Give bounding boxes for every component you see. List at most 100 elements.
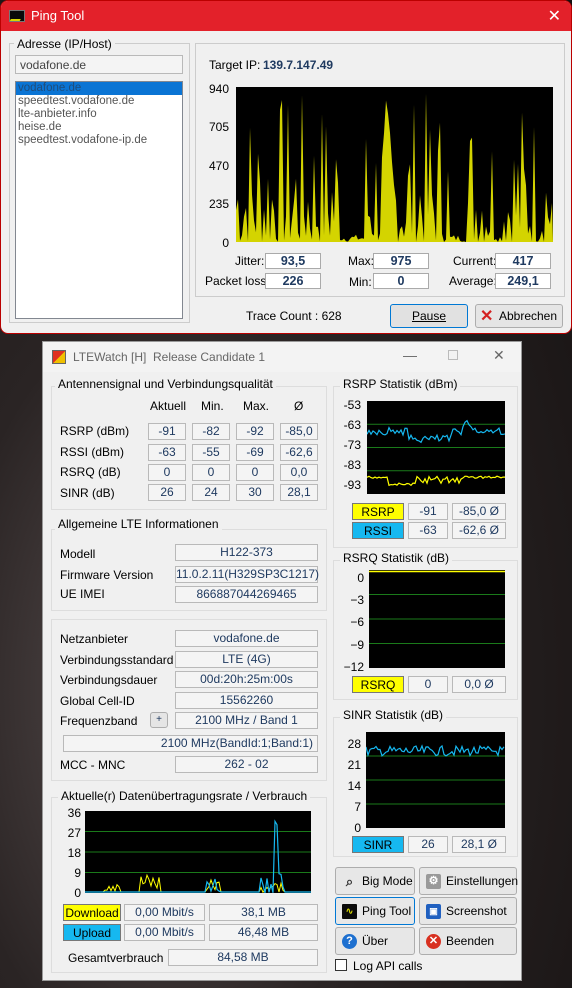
sinr-avg: 28,1 bbox=[280, 484, 318, 501]
rsrq-avg: 0,0 bbox=[280, 464, 318, 481]
host-list-item[interactable]: speedtest.vodafone.de bbox=[16, 95, 182, 108]
rsrp-current: -91 bbox=[148, 423, 186, 440]
provider-value: vodafone.de bbox=[175, 630, 318, 647]
log-api-checkbox[interactable] bbox=[335, 959, 347, 971]
ping-title-bar: Ping Tool ✕ bbox=[1, 1, 571, 31]
host-list-item[interactable]: lte-anbieter.info bbox=[16, 108, 182, 121]
firmware-value: 11.0.2.11(H329SP3C1217) bbox=[175, 566, 319, 583]
rsrp-y-tick: -73 bbox=[343, 438, 361, 452]
big-mode-button[interactable]: ⌕ Big Mode bbox=[335, 867, 415, 895]
total-value: 84,58 MB bbox=[168, 949, 318, 966]
sinr-graph bbox=[366, 732, 505, 828]
lte-title-bar: LTEWatch [H] Release Candidate 1 — ✕ bbox=[43, 342, 521, 372]
screenshot-button[interactable]: ▣ Screenshot bbox=[419, 897, 517, 925]
rate-y-axis: 36 27 18 9 0 bbox=[53, 806, 83, 900]
quit-button[interactable]: ✕ Beenden bbox=[419, 927, 517, 955]
rsrp-series bbox=[367, 475, 505, 487]
standard-label: Verbindungsstandard bbox=[60, 653, 174, 667]
close-icon[interactable]: ✕ bbox=[548, 6, 561, 26]
rsrq-max: 0 bbox=[236, 464, 274, 481]
ping-window-title: Ping Tool bbox=[31, 8, 85, 23]
row-label: RSSI (dBm) bbox=[60, 445, 125, 459]
ping-tool-button[interactable]: ∿ Ping Tool bbox=[335, 897, 415, 925]
rsrp-max: -92 bbox=[236, 423, 274, 440]
average-value: 249,1 bbox=[495, 273, 551, 289]
col-header: Ø bbox=[294, 399, 304, 413]
upload-rate: 0,00 Mbit/s bbox=[124, 924, 205, 941]
lte-window-subtitle: Release Candidate 1 bbox=[153, 350, 266, 364]
cancel-button[interactable]: ✕ Abbrechen bbox=[475, 304, 563, 328]
upload-series bbox=[85, 819, 311, 893]
upload-total: 46,48 MB bbox=[209, 924, 318, 941]
info-group-label: Allgemeine LTE Informationen bbox=[55, 517, 222, 531]
cancel-button-label: Abbrechen bbox=[498, 309, 558, 323]
rate-y-tick: 0 bbox=[74, 886, 81, 900]
rssi-tag: RSSI bbox=[352, 522, 404, 539]
rsrq-tag: RSRQ bbox=[352, 676, 404, 693]
settings-button[interactable]: ⚙ Einstellungen bbox=[419, 867, 518, 895]
sinr-current-stat: 26 bbox=[408, 836, 448, 853]
max-label: Max: bbox=[348, 254, 375, 268]
model-label: Modell bbox=[60, 547, 96, 561]
ping-graph bbox=[236, 87, 553, 242]
rsrp-avg: -85,0 bbox=[280, 423, 318, 440]
settings-icon: ⚙ bbox=[426, 874, 441, 889]
rssi-max: -69 bbox=[236, 444, 274, 461]
rate-y-tick: 36 bbox=[67, 806, 81, 820]
sinr-series bbox=[366, 744, 505, 758]
rsrq-min: 0 bbox=[192, 464, 230, 481]
sinr-y-tick: 21 bbox=[347, 758, 361, 772]
host-list-item[interactable]: heise.de bbox=[16, 121, 182, 134]
jitter-label: Jitter: bbox=[235, 254, 265, 268]
rsrp-y-axis: -53 -63 -73 -83 -93 bbox=[333, 398, 363, 498]
imei-label: UE IMEI bbox=[60, 587, 105, 601]
download-total: 38,1 MB bbox=[209, 904, 318, 921]
band-detail-value: 2100 MHz(BandId:1;Band:1) bbox=[63, 735, 318, 752]
rate-group-label: Aktuelle(r) Datenübertragungsrate / Verb… bbox=[58, 789, 311, 803]
address-group-label: Adresse (IP/Host) bbox=[14, 37, 115, 51]
rsrq-current: 0 bbox=[148, 464, 186, 481]
band-expand-button[interactable]: + bbox=[150, 712, 168, 728]
band-label: Frequenzband bbox=[60, 714, 138, 728]
ping-icon: ∿ bbox=[342, 904, 357, 919]
ping-y-tick: 470 bbox=[208, 159, 229, 173]
min-label: Min: bbox=[349, 275, 372, 289]
row-label: RSRQ (dB) bbox=[60, 465, 121, 479]
rssi-current-stat: -63 bbox=[408, 522, 448, 539]
address-input[interactable]: vodafone.de bbox=[15, 55, 183, 74]
sinr-tag: SINR bbox=[352, 836, 404, 853]
total-label: Gesamtverbrauch bbox=[68, 951, 164, 965]
about-button[interactable]: ? Über bbox=[335, 927, 415, 955]
minimize-icon[interactable]: — bbox=[403, 347, 417, 363]
download-rate: 0,00 Mbit/s bbox=[124, 904, 205, 921]
rate-graph bbox=[85, 811, 311, 893]
rsrq-graph bbox=[369, 570, 505, 668]
rsrp-current-stat: -91 bbox=[408, 503, 448, 520]
magnifier-icon: ⌕ bbox=[345, 874, 354, 889]
rsrp-graph bbox=[367, 401, 505, 494]
rsrq-y-axis: 0 −3 −6 −9 −12 bbox=[333, 571, 366, 674]
row-label: SINR (dB) bbox=[60, 486, 115, 500]
sinr-y-tick: 7 bbox=[354, 800, 361, 814]
rsrp-y-tick: -83 bbox=[343, 458, 361, 472]
big-mode-label: Big Mode bbox=[362, 874, 413, 888]
host-list-item[interactable]: speedtest.vodafone-ip.de bbox=[16, 134, 182, 147]
current-value: 417 bbox=[495, 253, 551, 269]
duration-label: Verbindungsdauer bbox=[60, 673, 158, 687]
pause-button[interactable]: Pause bbox=[390, 304, 468, 328]
ping-y-axis: 940 705 470 235 0 bbox=[201, 82, 231, 250]
rsrq-y-tick: 0 bbox=[357, 571, 364, 585]
packet-loss-label: Packet loss: bbox=[205, 274, 270, 288]
sinr-stat-label: SINR Statistik (dB) bbox=[340, 708, 447, 722]
packet-loss-value: 226 bbox=[265, 273, 321, 289]
host-list-item[interactable]: vodafone.de bbox=[16, 82, 182, 95]
max-value: 975 bbox=[373, 253, 429, 269]
maximize-icon[interactable] bbox=[448, 350, 458, 360]
model-value: H122-373 bbox=[175, 544, 318, 561]
mcc-label: MCC - MNC bbox=[60, 758, 126, 772]
rsrp-y-tick: -93 bbox=[343, 478, 361, 492]
host-list[interactable]: vodafone.de speedtest.vodafone.de lte-an… bbox=[15, 81, 183, 319]
col-header: Min. bbox=[201, 399, 224, 413]
cellid-value: 15562260 bbox=[175, 692, 318, 709]
lte-close-icon[interactable]: ✕ bbox=[493, 347, 505, 364]
